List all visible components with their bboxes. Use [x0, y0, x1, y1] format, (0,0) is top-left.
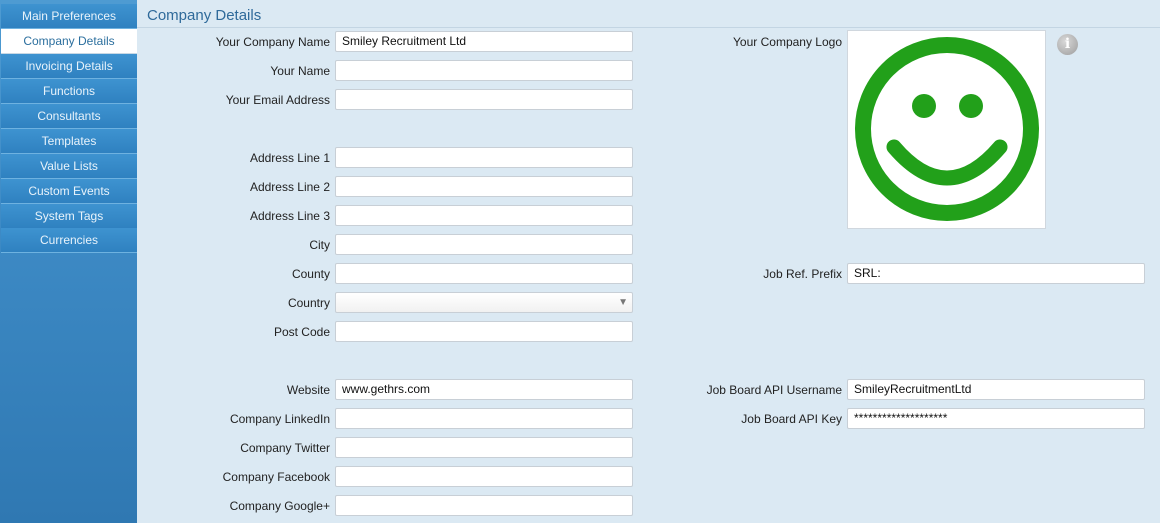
api-username-input[interactable]: SmileyRecruitmentLtd	[847, 379, 1145, 400]
sidebar-item-value-lists[interactable]: Value Lists	[1, 154, 137, 179]
country-label: Country	[287, 296, 330, 310]
smiley-face-icon	[855, 37, 1039, 221]
your-name-label: Your Name	[270, 64, 330, 78]
page-title: Company Details	[147, 7, 262, 24]
sidebar-item-company-details[interactable]: Company Details	[1, 29, 137, 54]
company-twitter-label: Company Twitter	[240, 441, 330, 455]
post-code-input[interactable]	[335, 321, 633, 342]
sidebar-item-system-tags[interactable]: System Tags	[1, 204, 137, 229]
company-name-input[interactable]: Smiley Recruitment Ltd	[335, 31, 633, 52]
website-input[interactable]: www.gethrs.com	[335, 379, 633, 400]
company-googleplus-input[interactable]	[335, 495, 633, 516]
job-ref-prefix-input[interactable]: SRL:	[847, 263, 1145, 284]
company-name-label: Your Company Name	[215, 35, 330, 49]
sidebar-item-templates[interactable]: Templates	[1, 129, 137, 154]
company-logo[interactable]	[847, 30, 1046, 229]
county-input[interactable]	[335, 263, 633, 284]
address-line-1-input[interactable]	[335, 147, 633, 168]
company-facebook-input[interactable]	[335, 466, 633, 487]
county-label: County	[291, 267, 330, 281]
company-logo-label: Your Company Logo	[733, 35, 842, 49]
email-input[interactable]	[335, 89, 633, 110]
sidebar-item-consultants[interactable]: Consultants	[1, 104, 137, 129]
company-linkedin-input[interactable]	[335, 408, 633, 429]
country-select[interactable]: ▼	[335, 292, 633, 313]
sidebar-item-main-preferences[interactable]: Main Preferences	[1, 4, 137, 29]
address-line-1-label: Address Line 1	[249, 151, 330, 165]
info-icon[interactable]: i	[1057, 34, 1078, 55]
email-label: Your Email Address	[225, 93, 330, 107]
address-line-3-label: Address Line 3	[249, 209, 330, 223]
company-googleplus-label: Company Google+	[229, 499, 330, 513]
address-line-3-input[interactable]	[335, 205, 633, 226]
sidebar-item-functions[interactable]: Functions	[1, 79, 137, 104]
title-divider	[137, 27, 1160, 28]
post-code-label: Post Code	[273, 325, 330, 339]
company-twitter-input[interactable]	[335, 437, 633, 458]
job-ref-prefix-label: Job Ref. Prefix	[763, 267, 842, 281]
sidebar-item-invoicing-details[interactable]: Invoicing Details	[1, 54, 137, 79]
city-input[interactable]	[335, 234, 633, 255]
chevron-down-icon: ▼	[618, 297, 628, 308]
sidebar: Main Preferences Company Details Invoici…	[0, 0, 137, 523]
api-key-input[interactable]: ********************	[847, 408, 1145, 429]
company-linkedin-label: Company LinkedIn	[229, 412, 330, 426]
sidebar-item-custom-events[interactable]: Custom Events	[1, 179, 137, 204]
website-label: Website	[286, 383, 330, 397]
api-key-label: Job Board API Key	[741, 412, 842, 426]
address-line-2-input[interactable]	[335, 176, 633, 197]
city-label: City	[309, 238, 330, 252]
address-line-2-label: Address Line 2	[249, 180, 330, 194]
your-name-input[interactable]	[335, 60, 633, 81]
company-facebook-label: Company Facebook	[222, 470, 330, 484]
api-username-label: Job Board API Username	[706, 383, 842, 397]
sidebar-item-currencies[interactable]: Currencies	[1, 228, 137, 253]
